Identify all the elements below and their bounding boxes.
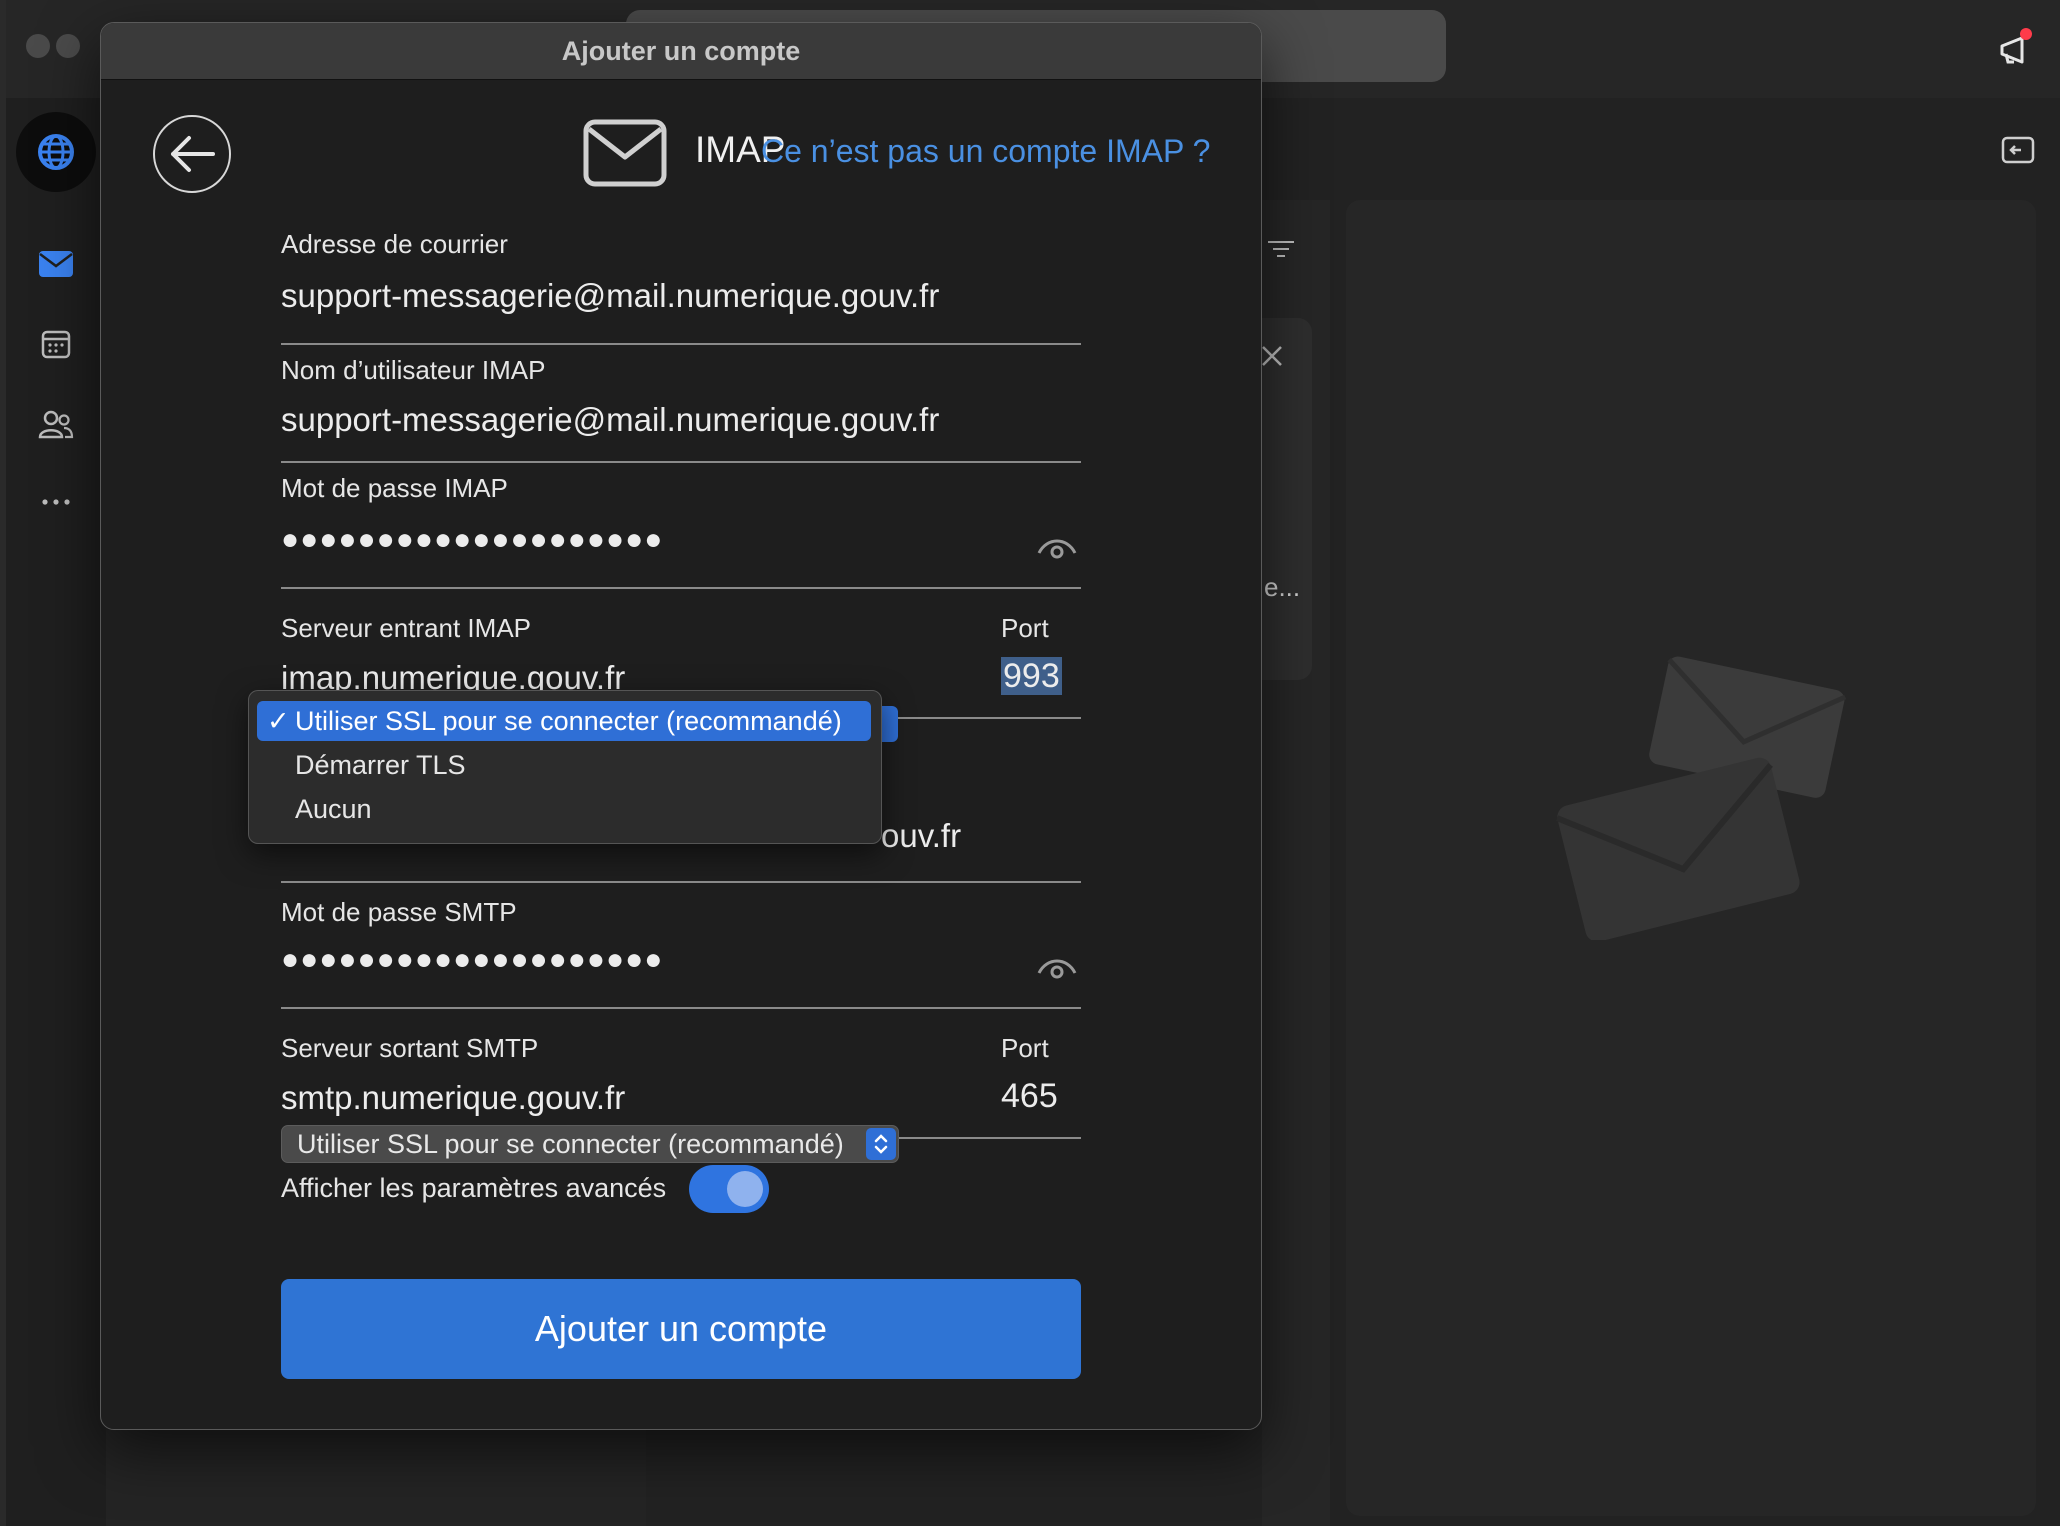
smtp-security-select[interactable]: Utiliser SSL pour se connecter (recomman… xyxy=(281,1125,899,1163)
advanced-settings-label: Afficher les paramètres avancés xyxy=(281,1173,667,1203)
folder-pane-footer xyxy=(106,1430,646,1526)
window-minimize-button[interactable] xyxy=(56,34,80,58)
nav-more[interactable] xyxy=(30,476,82,528)
close-icon[interactable] xyxy=(1260,344,1284,368)
smtp-password-label: Mot de passe SMTP xyxy=(281,897,517,927)
menu-item-starttls[interactable]: Démarrer TLS xyxy=(257,745,871,785)
more-dots-icon xyxy=(42,499,70,505)
smtp-port-label: Port xyxy=(1001,1033,1049,1063)
reading-pane xyxy=(1346,200,2036,1516)
select-arrows-icon xyxy=(866,1128,896,1160)
arrow-left-icon xyxy=(171,136,215,172)
filter-icon[interactable] xyxy=(1266,240,1296,258)
dialog-title: Ajouter un compte xyxy=(101,23,1261,80)
empty-envelopes-illustration xyxy=(1556,656,1847,940)
smtp-server-field[interactable]: Serveur sortant SMTP smtp.numerique.gouv… xyxy=(281,1007,1081,1139)
checkmark-icon: ✓ xyxy=(267,706,290,736)
imap-password-label: Mot de passe IMAP xyxy=(281,473,508,503)
not-imap-link[interactable]: Ce n’est pas un compte IMAP ? xyxy=(761,133,1210,170)
email-value[interactable]: support-messagerie@mail.numerique.gouv.f… xyxy=(281,277,939,315)
imap-server-label: Serveur entrant IMAP xyxy=(281,613,531,643)
smtp-password-value[interactable]: ●●●●●●●●●●●●●●●●●●●● xyxy=(281,943,663,977)
calendar-icon xyxy=(41,330,71,359)
nav-calendar[interactable] xyxy=(30,318,82,370)
pane-toggle-icon[interactable] xyxy=(2001,136,2035,164)
add-account-button[interactable]: Ajouter un compte xyxy=(281,1279,1081,1379)
people-icon xyxy=(38,410,74,439)
eye-icon[interactable] xyxy=(1037,533,1077,559)
imap-password-value[interactable]: ●●●●●●●●●●●●●●●●●●●● xyxy=(281,523,663,557)
imap-username-field[interactable]: Nom d’utilisateur IMAP support-messageri… xyxy=(281,343,1081,463)
nav-contacts[interactable] xyxy=(30,398,82,450)
imap-username-value[interactable]: support-messagerie@mail.numerique.gouv.f… xyxy=(281,401,939,439)
imap-port-label: Port xyxy=(1001,613,1049,643)
globe-icon xyxy=(38,134,74,170)
list-preview-text: e... xyxy=(1264,572,1301,602)
list-notice-card: e... xyxy=(1262,318,1312,680)
menu-item-label: Démarrer TLS xyxy=(295,750,466,780)
back-button[interactable] xyxy=(153,115,231,193)
imap-username-label: Nom d’utilisateur IMAP xyxy=(281,355,546,385)
menu-item-none[interactable]: Aucun xyxy=(257,789,871,829)
smtp-server-label: Serveur sortant SMTP xyxy=(281,1033,539,1063)
menu-item-label: Aucun xyxy=(295,794,372,824)
mail-account-icon xyxy=(583,119,667,187)
menu-item-ssl[interactable]: ✓ Utiliser SSL pour se connecter (recomm… xyxy=(257,701,871,741)
smtp-username-value-partial[interactable]: ouv.fr xyxy=(881,817,961,855)
imap-port-value[interactable]: 993 xyxy=(1001,657,1062,696)
smtp-password-field[interactable]: Mot de passe SMTP ●●●●●●●●●●●●●●●●●●●● xyxy=(281,881,1081,1009)
imap-password-field[interactable]: Mot de passe IMAP ●●●●●●●●●●●●●●●●●●●● xyxy=(281,461,1081,589)
imap-security-menu: ✓ Utiliser SSL pour se connecter (recomm… xyxy=(248,690,882,844)
notification-badge xyxy=(2020,28,2032,40)
imap-port-selection: 993 xyxy=(1001,657,1062,695)
navigation-rail xyxy=(6,98,106,1526)
smtp-server-value[interactable]: smtp.numerique.gouv.fr xyxy=(281,1079,625,1117)
smtp-security-value: Utiliser SSL pour se connecter (recomman… xyxy=(297,1129,844,1159)
menu-item-label: Utiliser SSL pour se connecter (recomman… xyxy=(295,706,842,736)
eye-icon[interactable] xyxy=(1037,953,1077,979)
email-label: Adresse de courrier xyxy=(281,229,508,259)
email-field[interactable]: Adresse de courrier support-messagerie@m… xyxy=(281,219,1081,345)
nav-mail[interactable] xyxy=(30,238,82,290)
envelope-icon xyxy=(39,251,73,277)
toggle-knob xyxy=(727,1171,763,1207)
smtp-port-value[interactable]: 465 xyxy=(1001,1077,1058,1116)
advanced-settings-toggle[interactable] xyxy=(689,1165,769,1213)
window-close-button[interactable] xyxy=(26,34,50,58)
